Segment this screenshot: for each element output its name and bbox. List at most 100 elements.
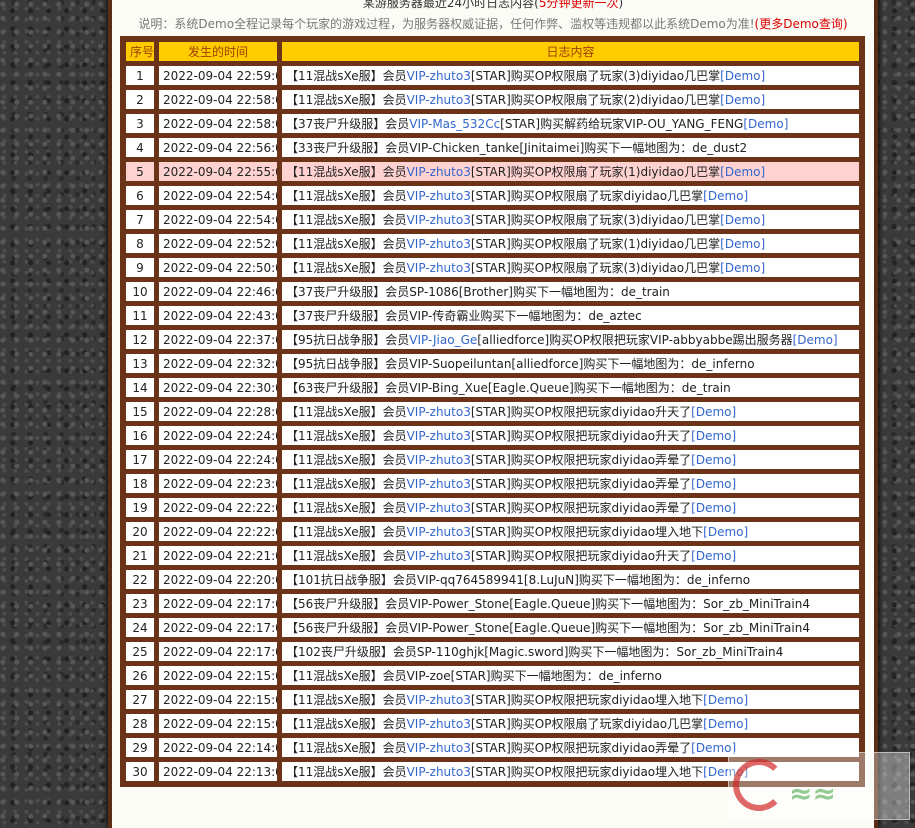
table-row: 10 2022-09-04 22:46:00 【37丧尸升级服】会员SP-1086[…	[125, 281, 860, 302]
notice-text: 说明：系统Demo全程记录每个玩家的游戏过程，为服务器权威证据，任何作弊、滥权等…	[138, 17, 755, 31]
row-time: 2022-09-04 22:15:00	[158, 665, 278, 686]
row-message: 【11混战sXe服】会员VIP-zhuto3[STAR]购买OP权限把玩家diy…	[281, 545, 860, 566]
header-no: 序号	[125, 41, 155, 62]
row-time: 2022-09-04 22:32:00	[158, 353, 278, 374]
demo-link[interactable]: [Demo]	[793, 333, 838, 347]
message-text: 【11混战sXe服】会员	[286, 93, 407, 107]
notice-bar: 说明：系统Demo全程记录每个玩家的游戏过程，为服务器权威证据，任何作弊、滥权等…	[112, 14, 874, 34]
member-link[interactable]: VIP-zhuto3	[407, 453, 471, 467]
table-row: 11 2022-09-04 22:43:00 【37丧尸升级服】会员VIP-传奇霸业…	[125, 305, 860, 326]
row-number: 16	[125, 425, 155, 446]
demo-link[interactable]: [Demo]	[720, 93, 765, 107]
row-message: 【11混战sXe服】会员VIP-zhuto3[STAR]购买OP权限把玩家diy…	[281, 521, 860, 542]
log-panel: 某游服务器最近24小时日志内容(5分钟更新一次) 说明：系统Demo全程记录每个…	[108, 0, 878, 828]
demo-link[interactable]: [Demo]	[720, 69, 765, 83]
message-text: 【11混战sXe服】会员	[286, 453, 407, 467]
more-demo-link[interactable]: 更多Demo查询	[759, 17, 843, 31]
row-time: 2022-09-04 22:24:00	[158, 425, 278, 446]
member-link[interactable]: VIP-zhuto3	[407, 693, 471, 707]
table-row: 23 2022-09-04 22:17:00 【56丧尸升级服】会员VIP-Powe…	[125, 593, 860, 614]
demo-link[interactable]: [Demo]	[743, 117, 788, 131]
table-row: 8 2022-09-04 22:52:00 【11混战sXe服】会员VIP-zhut…	[125, 233, 860, 254]
row-number: 22	[125, 569, 155, 590]
page-title: 某游服务器最近24小时日志内容(5分钟更新一次)	[112, 0, 874, 12]
row-time: 2022-09-04 22:55:00	[158, 161, 278, 182]
demo-link[interactable]: [Demo]	[691, 477, 736, 491]
demo-link[interactable]: [Demo]	[691, 405, 736, 419]
message-action: [STAR]购买OP权限扇了玩家(1)diyidao几巴掌	[470, 237, 721, 251]
member-link[interactable]: VIP-zhuto3	[407, 717, 471, 731]
title-update-note: 5分钟更新一次	[538, 0, 619, 10]
row-message: 【11混战sXe服】会员VIP-zhuto3[STAR]购买OP权限把玩家diy…	[281, 497, 860, 518]
row-time: 2022-09-04 22:59:00	[158, 65, 278, 86]
row-time: 2022-09-04 22:54:00	[158, 185, 278, 206]
demo-link[interactable]: [Demo]	[691, 453, 736, 467]
member-link[interactable]: VIP-zhuto3	[407, 93, 471, 107]
row-number: 5	[125, 161, 155, 182]
demo-link[interactable]: [Demo]	[691, 429, 736, 443]
member-link[interactable]: VIP-zhuto3	[407, 69, 471, 83]
row-number: 3	[125, 113, 155, 134]
site-logo-watermark: ≈≈	[728, 752, 910, 820]
message-action: [STAR]购买OP权限把玩家diyidao升天了	[470, 549, 692, 563]
member-link[interactable]: VIP-zhuto3	[407, 525, 471, 539]
member-link[interactable]: VIP-zhuto3	[407, 765, 471, 779]
table-row: 6 2022-09-04 22:54:00 【11混战sXe服】会员VIP-zhut…	[125, 185, 860, 206]
demo-link[interactable]: [Demo]	[703, 693, 748, 707]
demo-link[interactable]: [Demo]	[720, 213, 765, 227]
row-number: 27	[125, 689, 155, 710]
member-link[interactable]: VIP-zhuto3	[407, 549, 471, 563]
member-link[interactable]: VIP-zhuto3	[407, 237, 471, 251]
member-link[interactable]: VIP-zhuto3	[407, 165, 471, 179]
row-time: 2022-09-04 22:23:00	[158, 473, 278, 494]
member-link[interactable]: VIP-zhuto3	[407, 501, 471, 515]
table-row: 13 2022-09-04 22:32:00 【95抗日战争服】会员VIP-Suop…	[125, 353, 860, 374]
message-text: 【101抗日战争服】会员VIP-qq764589941[8.LuJuN]购买下一…	[286, 573, 751, 587]
demo-link[interactable]: [Demo]	[703, 717, 748, 731]
demo-link[interactable]: [Demo]	[720, 237, 765, 251]
member-link[interactable]: VIP-Mas_532Cc	[409, 117, 500, 131]
table-row: 5 2022-09-04 22:55:00 【11混战sXe服】会员VIP-zhut…	[125, 161, 860, 182]
table-row: 17 2022-09-04 22:24:00 【11混战sXe服】会员VIP-zhu…	[125, 449, 860, 470]
member-link[interactable]: VIP-zhuto3	[407, 741, 471, 755]
table-header-row: 序号 发生的时间 日志内容	[125, 41, 860, 62]
row-message: 【63丧尸升级服】会员VIP-Bing_Xue[Eagle.Queue]购买下一…	[281, 377, 860, 398]
message-action: [STAR]购买OP权限把玩家diyidao弄晕了	[470, 477, 692, 491]
row-time: 2022-09-04 22:21:00	[158, 545, 278, 566]
message-action: [STAR]购买OP权限扇了玩家(3)diyidao几巴掌	[470, 69, 721, 83]
message-action: [STAR]购买OP权限把玩家diyidao埋入地下	[470, 693, 704, 707]
row-time: 2022-09-04 22:30:00	[158, 377, 278, 398]
row-number: 13	[125, 353, 155, 374]
member-link[interactable]: VIP-zhuto3	[407, 429, 471, 443]
row-number: 26	[125, 665, 155, 686]
row-time: 2022-09-04 22:14:00	[158, 737, 278, 758]
member-link[interactable]: VIP-zhuto3	[407, 213, 471, 227]
member-link[interactable]: VIP-zhuto3	[407, 477, 471, 491]
demo-link[interactable]: [Demo]	[703, 189, 748, 203]
row-time: 2022-09-04 22:17:00	[158, 641, 278, 662]
member-link[interactable]: VIP-zhuto3	[407, 261, 471, 275]
demo-link[interactable]: [Demo]	[691, 549, 736, 563]
demo-link[interactable]: [Demo]	[720, 165, 765, 179]
row-time: 2022-09-04 22:17:00	[158, 593, 278, 614]
message-text: 【11混战sXe服】会员	[286, 237, 407, 251]
demo-link[interactable]: [Demo]	[703, 525, 748, 539]
demo-link[interactable]: [Demo]	[691, 501, 736, 515]
row-message: 【11混战sXe服】会员VIP-zhuto3[STAR]购买OP权限扇了玩家di…	[281, 713, 860, 734]
row-number: 18	[125, 473, 155, 494]
table-row: 22 2022-09-04 22:20:00 【101抗日战争服】会员VIP-qq7…	[125, 569, 860, 590]
row-time: 2022-09-04 22:52:00	[158, 233, 278, 254]
message-action: [STAR]购买OP权限扇了玩家(3)diyidao几巴掌	[470, 261, 721, 275]
message-action: [STAR]购买OP权限把玩家diyidao弄晕了	[470, 741, 692, 755]
message-text: 【11混战sXe服】会员	[286, 69, 407, 83]
row-message: 【11混战sXe服】会员VIP-zhuto3[STAR]购买OP权限扇了玩家(3…	[281, 209, 860, 230]
notice-paren-close: )	[842, 17, 848, 31]
row-message: 【37丧尸升级服】会员VIP-传奇霸业购买下一幅地图为：de_aztec	[281, 305, 860, 326]
row-number: 8	[125, 233, 155, 254]
member-link[interactable]: VIP-Jiao_Ge	[409, 333, 477, 347]
demo-link[interactable]: [Demo]	[720, 261, 765, 275]
member-link[interactable]: VIP-zhuto3	[407, 405, 471, 419]
member-link[interactable]: VIP-zhuto3	[407, 189, 471, 203]
row-number: 28	[125, 713, 155, 734]
row-number: 23	[125, 593, 155, 614]
